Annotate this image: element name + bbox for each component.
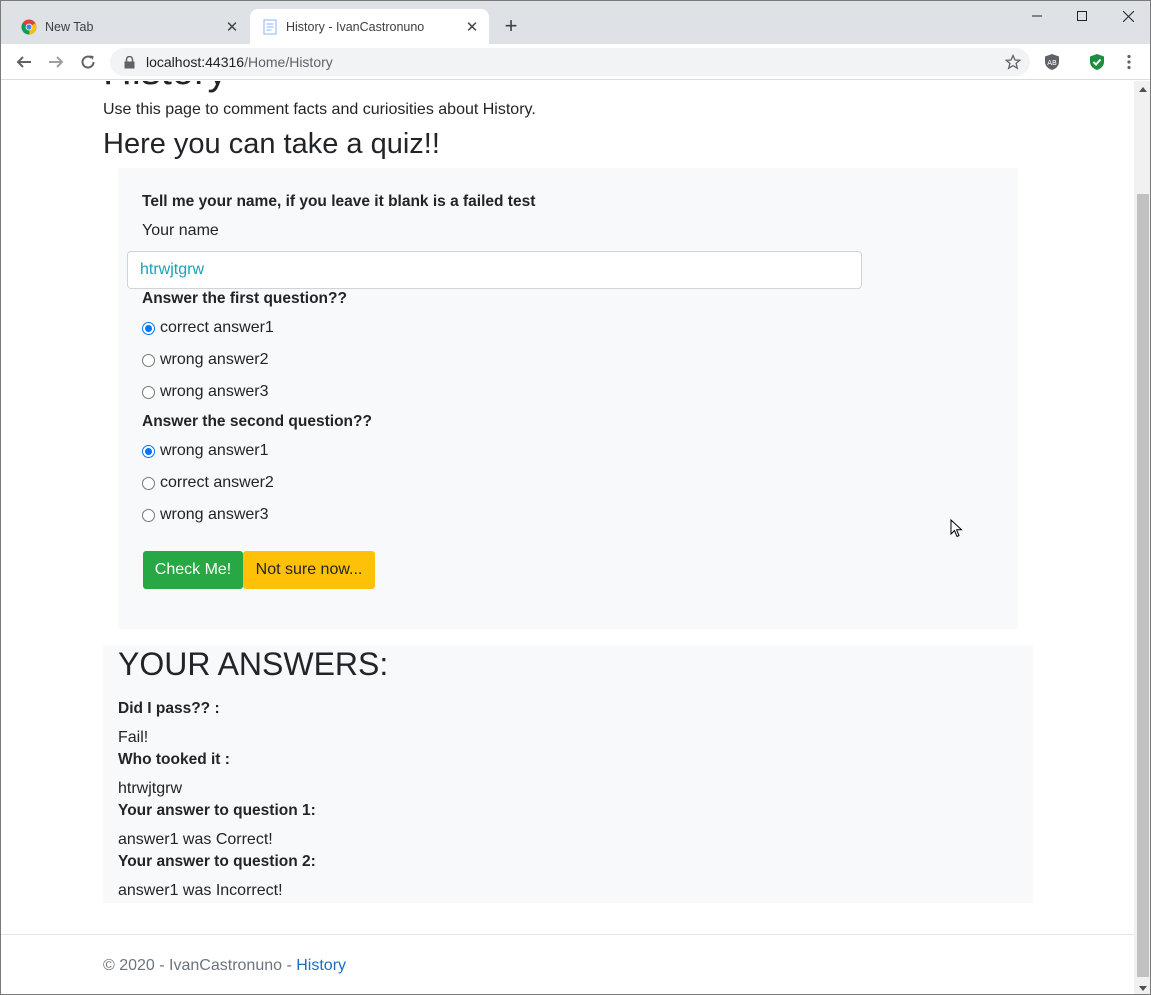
scroll-up-icon[interactable] bbox=[1138, 84, 1148, 94]
minimize-icon[interactable] bbox=[1014, 1, 1060, 31]
q1-option-2[interactable]: wrong answer2 bbox=[142, 351, 269, 369]
q2-option-1[interactable]: wrong answer1 bbox=[142, 442, 269, 460]
question-1-label: Answer the first question?? bbox=[142, 290, 347, 307]
radio-button[interactable] bbox=[142, 476, 155, 490]
answer-2-label: Your answer to question 2: bbox=[118, 853, 316, 870]
radio-button[interactable] bbox=[142, 321, 155, 335]
mouse-cursor-icon bbox=[950, 519, 963, 538]
tab-title: History - IvanCastronuno bbox=[286, 19, 425, 34]
adblock-icon[interactable]: AB bbox=[1042, 52, 1062, 72]
answers-heading: YOUR ANSWERS: bbox=[118, 646, 389, 682]
browser-toolbar: localhost:44316/Home/History AB bbox=[1, 44, 1150, 80]
browser-window: New Tab ✕ History - IvanCastronuno ✕ + l… bbox=[0, 0, 1151, 995]
radio-button[interactable] bbox=[142, 444, 155, 458]
back-icon[interactable] bbox=[12, 50, 36, 74]
chrome-icon bbox=[21, 19, 37, 35]
name-label: Your name bbox=[142, 222, 219, 239]
star-icon[interactable] bbox=[1004, 53, 1022, 71]
lock-icon[interactable] bbox=[122, 55, 136, 69]
tab-new-tab[interactable]: New Tab ✕ bbox=[9, 9, 249, 44]
name-prompt: Tell me your name, if you leave it blank… bbox=[142, 193, 536, 210]
pass-value: Fail! bbox=[118, 729, 149, 746]
option-label: wrong answer2 bbox=[160, 351, 269, 368]
close-icon[interactable]: ✕ bbox=[223, 18, 241, 36]
tab-history[interactable]: History - IvanCastronuno ✕ bbox=[250, 9, 489, 44]
quiz-heading: Here you can take a quiz!! bbox=[103, 128, 440, 160]
shield-check-icon[interactable] bbox=[1087, 52, 1107, 72]
who-value: htrwjtgrw bbox=[118, 780, 183, 797]
footer: © 2020 - IvanCastronuno - History bbox=[103, 957, 346, 975]
address-bar[interactable]: localhost:44316/Home/History bbox=[110, 48, 1030, 76]
q1-option-1[interactable]: correct answer1 bbox=[142, 319, 274, 337]
radio-button[interactable] bbox=[142, 385, 155, 399]
tab-strip: New Tab ✕ History - IvanCastronuno ✕ + bbox=[1, 1, 1150, 44]
page-viewport: History Use this page to comment facts a… bbox=[1, 81, 1134, 994]
name-input[interactable]: htrwjtgrw bbox=[127, 251, 862, 289]
footer-text: © 2020 - IvanCastronuno - bbox=[103, 957, 292, 974]
option-label: wrong answer3 bbox=[160, 506, 269, 523]
url-host: localhost:44316 bbox=[146, 54, 245, 70]
answer-1-label: Your answer to question 1: bbox=[118, 802, 316, 819]
q2-option-3[interactable]: wrong answer3 bbox=[142, 506, 269, 524]
page-icon bbox=[262, 19, 278, 35]
option-label: correct answer1 bbox=[160, 319, 274, 336]
footer-history-link[interactable]: History bbox=[296, 957, 346, 974]
option-label: correct answer2 bbox=[160, 474, 274, 491]
url-path: /Home/History bbox=[244, 54, 333, 70]
option-label: wrong answer3 bbox=[160, 383, 269, 400]
new-tab-button[interactable]: + bbox=[499, 15, 523, 39]
scrollbar-thumb[interactable] bbox=[1137, 194, 1149, 977]
radio-button[interactable] bbox=[142, 508, 155, 522]
who-label: Who tooked it : bbox=[118, 751, 230, 768]
check-me-button[interactable]: Check Me! bbox=[143, 551, 243, 589]
not-sure-button[interactable]: Not sure now... bbox=[243, 551, 375, 589]
pass-label: Did I pass?? : bbox=[118, 700, 220, 717]
answer-1-value: answer1 was Correct! bbox=[118, 831, 273, 848]
answer-2-value: answer1 was Incorrect! bbox=[118, 882, 283, 899]
tab-title: New Tab bbox=[45, 19, 94, 34]
scroll-down-icon[interactable] bbox=[1138, 983, 1148, 993]
option-label: wrong answer1 bbox=[160, 442, 269, 459]
q2-option-2[interactable]: correct answer2 bbox=[142, 474, 274, 492]
close-icon[interactable]: ✕ bbox=[463, 18, 481, 36]
close-window-icon[interactable] bbox=[1105, 1, 1150, 31]
footer-divider bbox=[1, 934, 1134, 935]
q1-option-3[interactable]: wrong answer3 bbox=[142, 383, 269, 401]
question-2-label: Answer the second question?? bbox=[142, 413, 372, 430]
maximize-icon[interactable] bbox=[1059, 1, 1105, 31]
url-text: localhost:44316/Home/History bbox=[146, 54, 1004, 70]
page-lead: Use this page to comment facts and curio… bbox=[103, 101, 536, 118]
menu-icon[interactable] bbox=[1119, 52, 1139, 72]
reload-icon[interactable] bbox=[76, 50, 100, 74]
svg-text:AB: AB bbox=[1047, 59, 1057, 67]
page-title: History bbox=[103, 81, 227, 94]
radio-button[interactable] bbox=[142, 353, 155, 367]
forward-icon[interactable] bbox=[44, 50, 68, 74]
vertical-scrollbar[interactable] bbox=[1134, 81, 1150, 994]
